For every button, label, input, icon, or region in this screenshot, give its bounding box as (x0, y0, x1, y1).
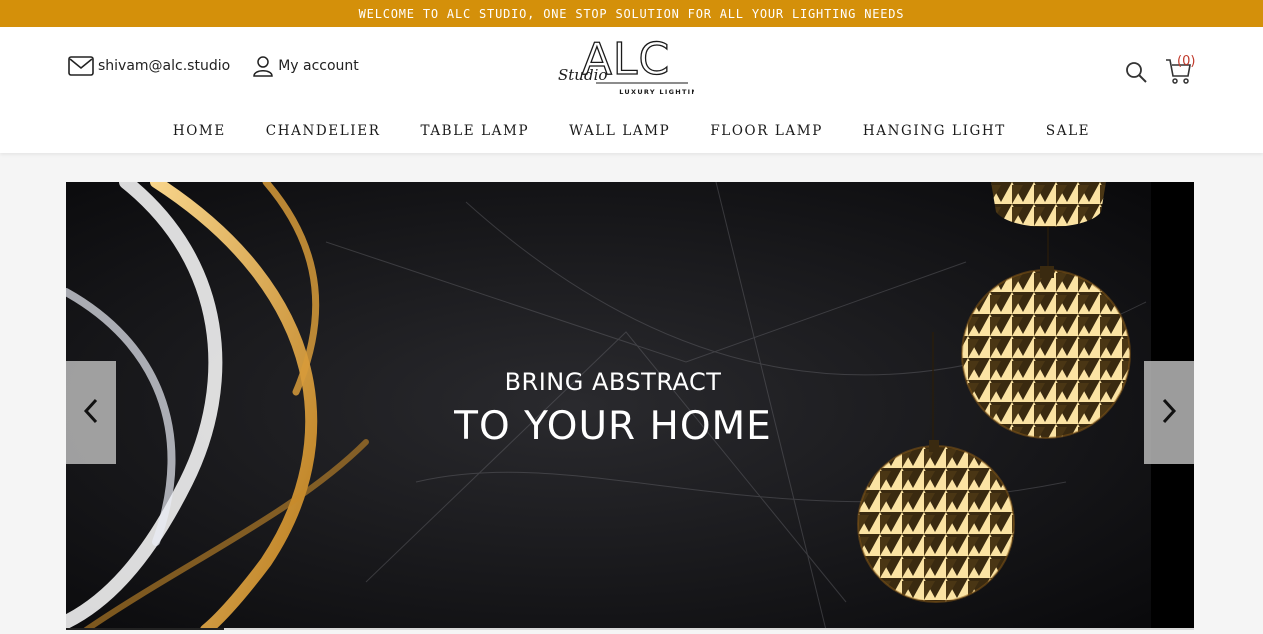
slider-prev-button[interactable] (66, 361, 116, 464)
logo-script: Studio (558, 66, 607, 84)
nav-item-home[interactable]: HOME (173, 123, 226, 139)
cart-icon (1165, 59, 1191, 89)
chevron-right-icon (1161, 398, 1177, 428)
slider-progress-fill (66, 628, 224, 630)
site-header: shivam@alc.studio My account ALC Studio … (0, 27, 1263, 153)
cart-button[interactable]: (0) (1165, 54, 1197, 85)
slider-progress-bar (66, 628, 1194, 630)
nav-item-sale[interactable]: SALE (1046, 123, 1090, 139)
search-icon[interactable] (1125, 61, 1147, 87)
email-link[interactable]: shivam@alc.studio (68, 56, 230, 76)
cart-count-badge: (0) (1177, 54, 1196, 69)
my-account-link[interactable]: My account (252, 55, 359, 77)
header-icons: (0) (1125, 54, 1197, 87)
hero-slider: BRING ABSTRACT TO YOUR HOME (66, 182, 1194, 630)
mail-icon (68, 56, 94, 76)
site-logo[interactable]: ALC Studio LUXURY LIGHTING (548, 30, 703, 98)
contact-links: shivam@alc.studio My account (68, 55, 359, 77)
hero-line-2: TO YOUR HOME (454, 404, 772, 449)
slider-next-button[interactable] (1144, 361, 1194, 464)
nav-item-table-lamp[interactable]: TABLE LAMP (420, 123, 529, 139)
nav-item-hanging-light[interactable]: HANGING LIGHT (863, 123, 1006, 139)
nav-item-floor-lamp[interactable]: FLOOR LAMP (710, 123, 823, 139)
welcome-text: WELCOME TO ALC STUDIO, ONE STOP SOLUTION… (358, 6, 905, 21)
nav-item-chandelier[interactable]: CHANDELIER (266, 123, 381, 139)
my-account-label: My account (278, 58, 359, 74)
user-icon (252, 55, 274, 77)
welcome-banner: WELCOME TO ALC STUDIO, ONE STOP SOLUTION… (0, 0, 1263, 27)
nav-item-wall-lamp[interactable]: WALL LAMP (569, 123, 670, 139)
email-text: shivam@alc.studio (98, 58, 231, 74)
hero-line-1: BRING ABSTRACT (504, 368, 722, 396)
logo-tagline: LUXURY LIGHTING (619, 88, 694, 96)
chevron-left-icon (83, 398, 99, 428)
main-nav: HOME CHANDELIER TABLE LAMP WALL LAMP FLO… (0, 123, 1263, 139)
